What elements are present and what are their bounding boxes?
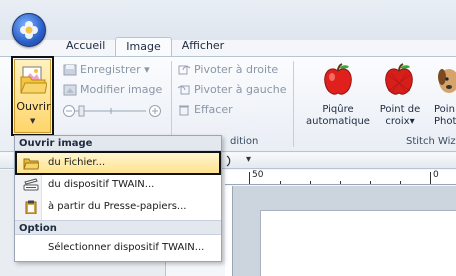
ruler-tick (430, 172, 431, 184)
auto-stitch-label-1: Piqûre (322, 104, 354, 115)
cross-stitch-label-1: Point de (379, 104, 421, 115)
modify-image-label: Modifier image (80, 83, 163, 96)
ruler-label-50: 50 (252, 170, 264, 180)
menu-item-select-twain-label: Sélectionner dispositif TWAIN... (48, 242, 205, 253)
menu-header-open-image: Ouvrir image (15, 136, 221, 151)
folder-icon (23, 158, 39, 170)
ruler-label-0: 0 (433, 170, 439, 180)
save-button[interactable]: Enregistrer ▾ (63, 63, 150, 76)
auto-stitch-button[interactable]: Piqûre automatique (300, 104, 376, 128)
menu-item-from-clipboard[interactable]: à partir du Presse-papiers... (16, 196, 220, 218)
save-label: Enregistrer ▾ (80, 63, 150, 76)
rotate-left-label: Pivoter à gauche (194, 83, 287, 96)
design-page[interactable] (260, 210, 456, 276)
menu-item-from-clipboard-label: à partir du Presse-papiers... (48, 201, 187, 212)
cross-stitch-button[interactable]: Point de croix▾ (372, 104, 428, 128)
menu-item-from-file[interactable]: du Fichier... (15, 151, 221, 175)
ruler-tick (249, 172, 250, 184)
toolbar-dropdown-icon[interactable]: ▾ (246, 154, 251, 165)
ribbon-tabs: Accueil Image Afficher (56, 37, 234, 57)
zoom-slider[interactable] (63, 103, 163, 119)
photo-stitch-label-1: Poin (434, 104, 455, 115)
save-icon (63, 64, 77, 75)
trash-icon (179, 105, 189, 115)
app-window: Accueil Image Afficher Enregistrer ▾ Mod… (0, 0, 456, 276)
flower-icon (20, 21, 38, 39)
toolbar-arrow-icon (226, 155, 231, 167)
clipboard-icon (25, 200, 37, 214)
erase-label: Effacer (194, 103, 233, 116)
cross-stitch-label-2: croix▾ (385, 116, 415, 127)
erase-button[interactable]: Effacer (177, 103, 233, 116)
group-label-edition: dition (230, 136, 259, 147)
ruler-tick (310, 181, 311, 184)
rotate-left-icon (177, 85, 190, 94)
dropdown-arrow-icon: ▼ (30, 117, 36, 125)
ruler-tick (400, 181, 401, 184)
open-label: Ouvrir (16, 100, 51, 113)
menu-header-option: Option (15, 220, 221, 235)
app-menu-button[interactable] (12, 13, 46, 47)
open-image-menu: Ouvrir image du Fichier... du dispositif… (14, 135, 222, 262)
modify-image-button[interactable]: Modifier image (63, 83, 162, 96)
menu-item-select-twain[interactable]: Sélectionner dispositif TWAIN... (16, 237, 220, 259)
horizontal-ruler: 50 0 (225, 170, 456, 185)
open-image-button[interactable]: Ouvrir ▼ (11, 56, 54, 136)
scanner-icon (23, 178, 39, 191)
auto-stitch-label-2: automatique (306, 116, 370, 127)
group-label-stitch-wizard: Stitch Wiz (406, 136, 456, 147)
ruler-tick (340, 181, 341, 184)
menu-item-from-twain-label: du dispositif TWAIN... (48, 179, 155, 190)
ruler-tick (370, 181, 371, 184)
apple-cross-icon (385, 63, 413, 95)
vertical-ruler (225, 186, 233, 276)
rotate-right-label: Pivoter à droite (194, 63, 279, 76)
tab-image[interactable]: Image (115, 37, 172, 57)
photo-stitch-label-2: Photo (434, 116, 456, 127)
rotate-right-icon (178, 65, 191, 74)
tab-accueil[interactable]: Accueil (56, 37, 115, 57)
ribbon-separator (293, 61, 294, 147)
ruler-tick (280, 181, 281, 184)
apple-auto-icon (324, 63, 352, 95)
menu-item-from-file-label: du Fichier... (48, 157, 106, 168)
dog-photo-icon (438, 69, 456, 93)
title-bar (0, 0, 456, 40)
photo-stitch-button[interactable]: Poin Photo (434, 104, 456, 128)
menu-item-from-twain[interactable]: du dispositif TWAIN... (16, 174, 220, 196)
rotate-right-button[interactable]: Pivoter à droite (177, 63, 278, 76)
edit-image-icon (63, 84, 77, 95)
tab-afficher[interactable]: Afficher (172, 37, 234, 57)
open-image-icon (20, 66, 47, 94)
rotate-left-button[interactable]: Pivoter à gauche (177, 83, 287, 96)
